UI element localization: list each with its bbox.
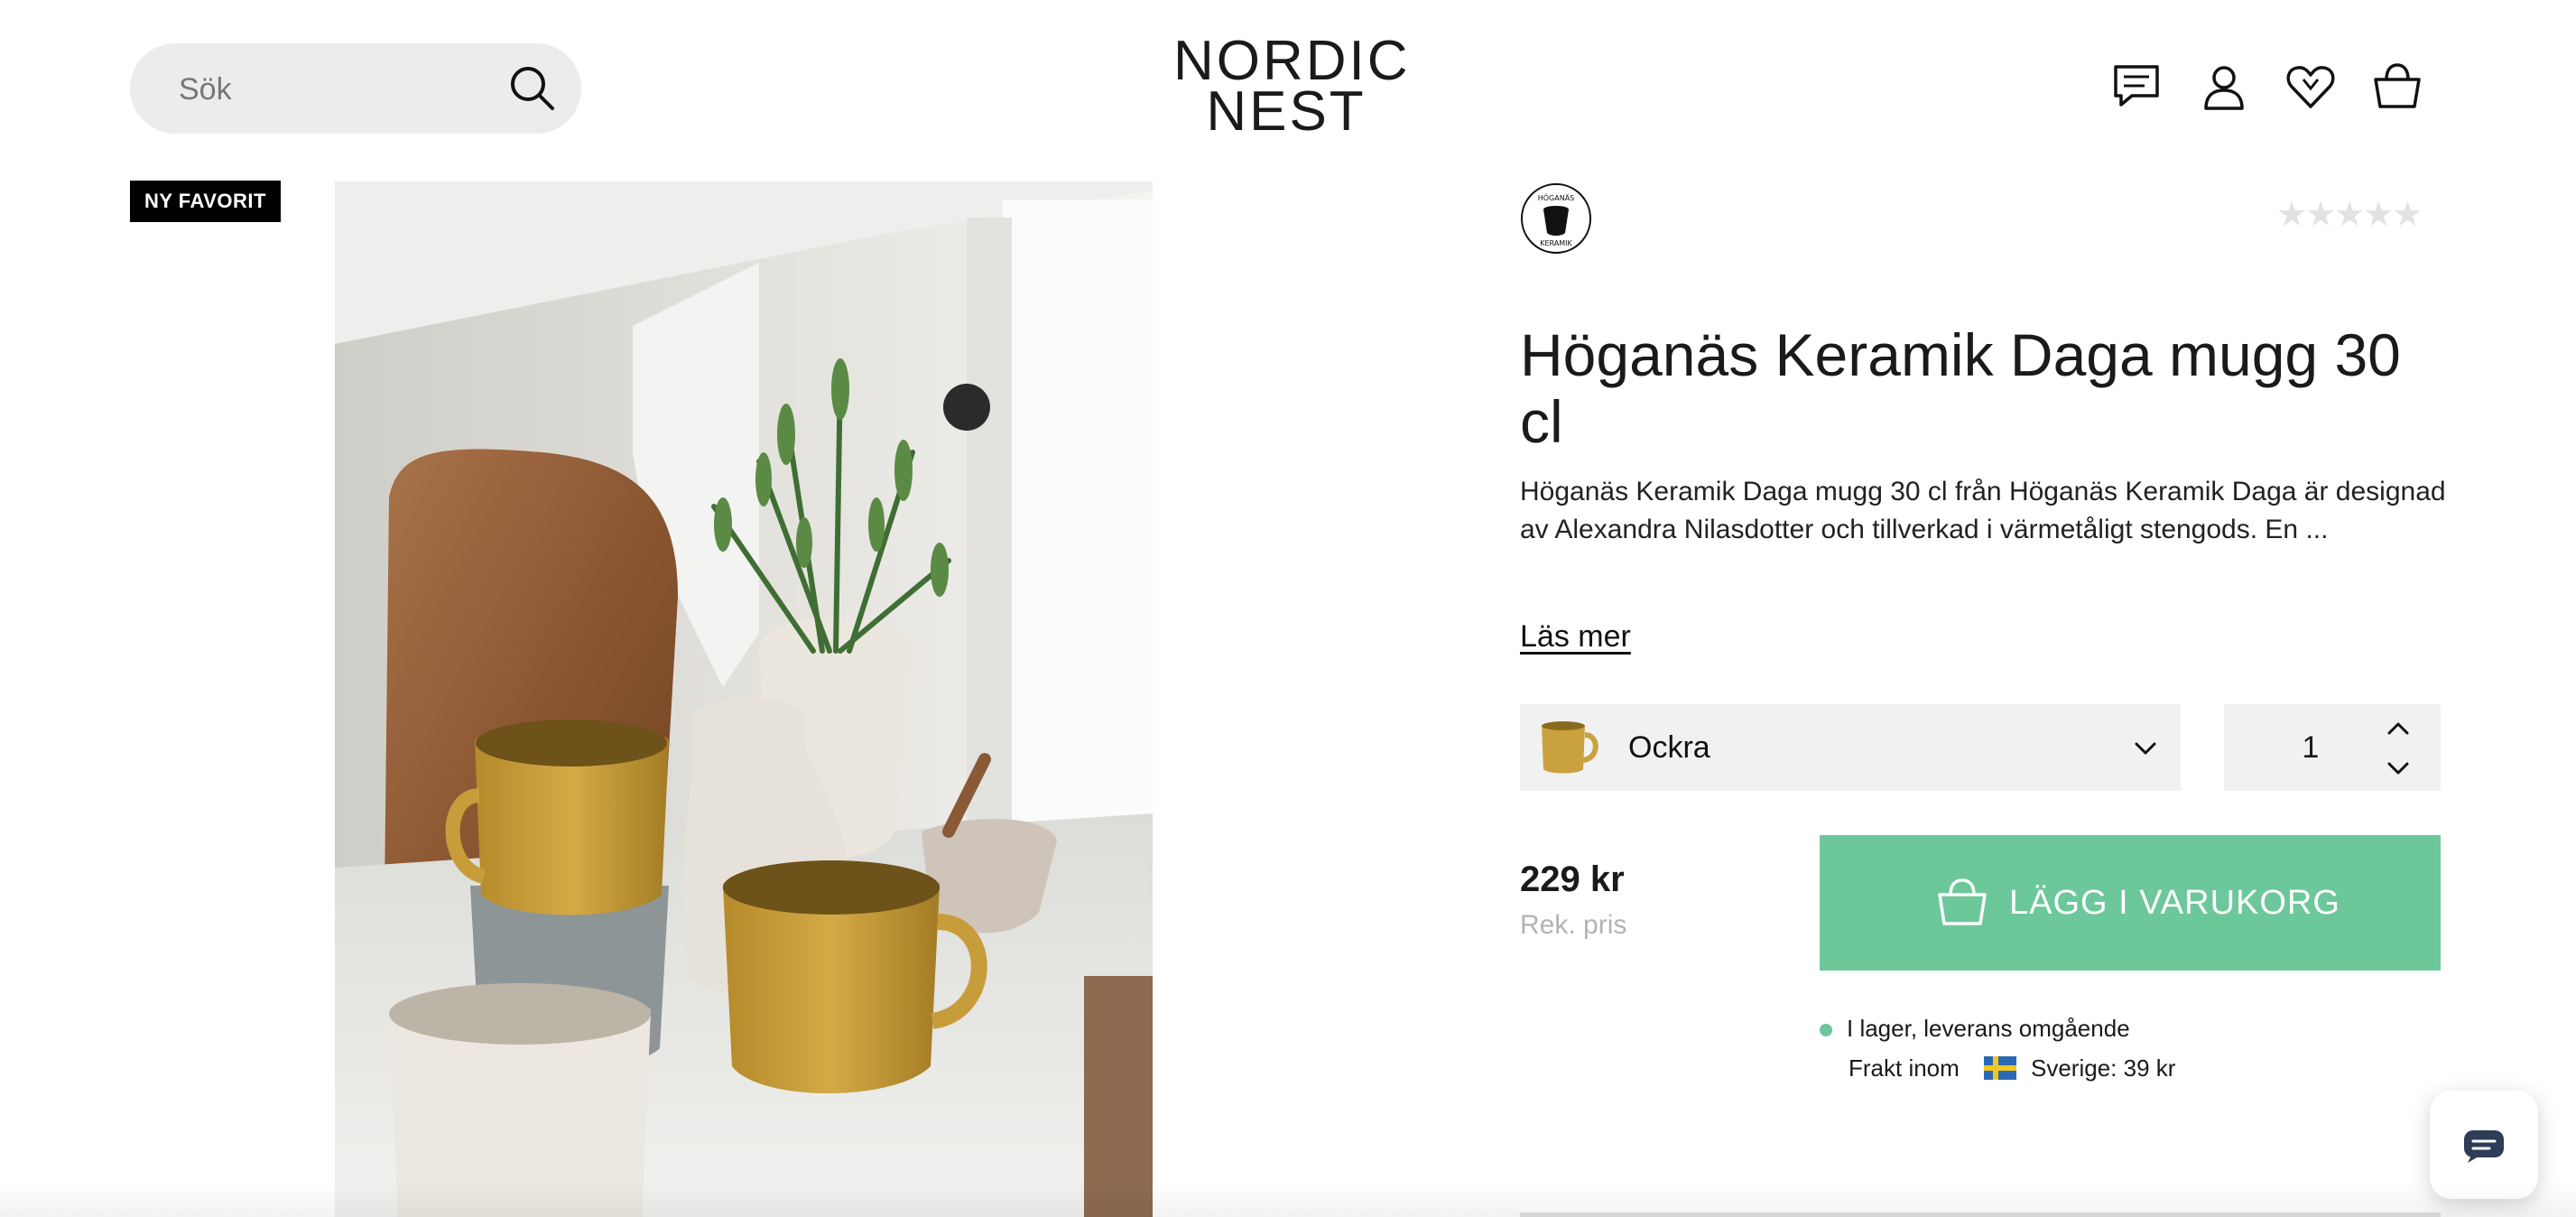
quantity-stepper[interactable]: 1	[2224, 704, 2441, 791]
read-more-link[interactable]: Läs mer	[1520, 619, 1631, 655]
search-icon[interactable]	[507, 63, 558, 114]
product-title: Höganäs Keramik Daga mugg 30 cl	[1520, 321, 2401, 455]
star-icon: ★	[2363, 196, 2395, 234]
basket-icon	[1935, 877, 1989, 927]
star-icon: ★	[2305, 196, 2337, 234]
shipping-prefix: Frakt inom	[1849, 1054, 1960, 1082]
user-icon[interactable]	[2197, 60, 2251, 114]
search-bar[interactable]	[130, 43, 581, 135]
chat-icon[interactable]	[2110, 60, 2164, 114]
chevron-down-icon[interactable]	[2385, 757, 2412, 780]
shipping-cost: Sverige: 39 kr	[2031, 1054, 2176, 1082]
in-stock-dot-icon	[1820, 1024, 1832, 1036]
section-divider	[1520, 1212, 2441, 1217]
heart-icon[interactable]	[2284, 60, 2338, 114]
add-to-cart-button[interactable]: LÄGG I VARUKORG	[1820, 835, 2441, 971]
logo-line-2: NEST	[1206, 80, 1367, 143]
chevron-down-icon	[2132, 735, 2159, 762]
product-description: Höganäs Keramik Daga mugg 30 cl från Hög…	[1520, 477, 2446, 544]
mug-swatch-icon	[1536, 717, 1601, 778]
variant-select[interactable]: Ockra	[1520, 704, 2181, 791]
logo-line-1: NORDIC	[1173, 30, 1411, 92]
basket-icon[interactable]	[2370, 60, 2424, 114]
rating-stars[interactable]: ★★★★★	[2276, 196, 2423, 234]
add-to-cart-label: LÄGG I VARUKORG	[2009, 884, 2340, 922]
brand-logo[interactable]: HÖGANÄS KERAMIK	[1520, 182, 1592, 255]
sweden-flag-icon	[1984, 1056, 2016, 1080]
variant-label: Ockra	[1628, 730, 1710, 765]
price-note: Rek. pris	[1520, 910, 1627, 940]
svg-text:HÖGANÄS: HÖGANÄS	[1538, 193, 1575, 202]
product-image[interactable]	[335, 181, 1153, 1217]
quantity-value[interactable]: 1	[2293, 704, 2329, 791]
star-icon: ★	[2334, 196, 2366, 234]
product-price: 229 kr	[1520, 859, 1625, 899]
search-input[interactable]	[177, 43, 478, 135]
star-icon: ★	[2392, 196, 2423, 234]
stock-status: I lager, leverans omgående	[1847, 1015, 2130, 1042]
chat-bubble-icon	[2464, 1130, 2504, 1163]
svg-text:KERAMIK: KERAMIK	[1540, 239, 1572, 247]
chevron-up-icon[interactable]	[2385, 717, 2412, 740]
site-logo[interactable]: NORDIC NEST	[1173, 30, 1411, 143]
star-icon: ★	[2276, 196, 2308, 234]
new-favorite-badge: NY FAVORIT	[130, 181, 281, 222]
